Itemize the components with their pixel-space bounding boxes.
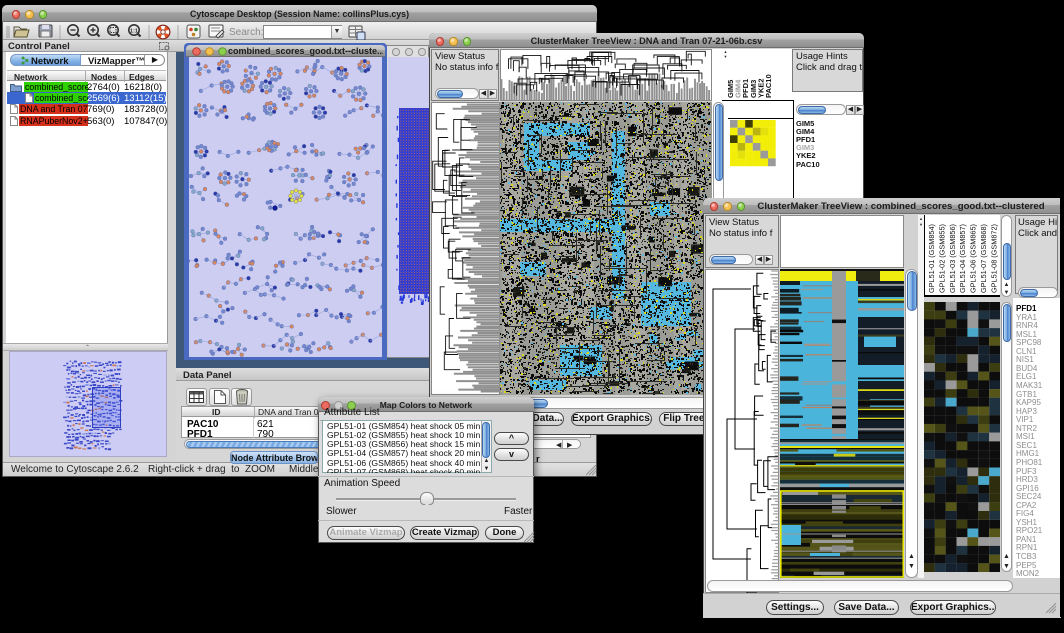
svg-text:GPL51-03 (GSM856): GPL51-03 (GSM856) [948,224,957,293]
svg-text:Search:: Search: [229,27,263,38]
svg-text:GPL51-08 (GSM872): GPL51-08 (GSM872) [989,224,998,293]
svg-text:PAC10: PAC10 [764,74,773,98]
svg-text:GPL51-01 (GSM854): GPL51-01 (GSM854) [927,224,936,293]
svg-text:GPL51-07 (GSM868): GPL51-07 (GSM868) [979,224,988,293]
svg-text:GPL51-04 (GSM857): GPL51-04 (GSM857) [958,224,967,293]
svg-text:GPL51-02 (GSM855): GPL51-02 (GSM855) [937,224,946,293]
svg-text:1:1: 1:1 [130,29,138,35]
svg-text:GPL51-06 (GSM865): GPL51-06 (GSM865) [969,224,978,293]
